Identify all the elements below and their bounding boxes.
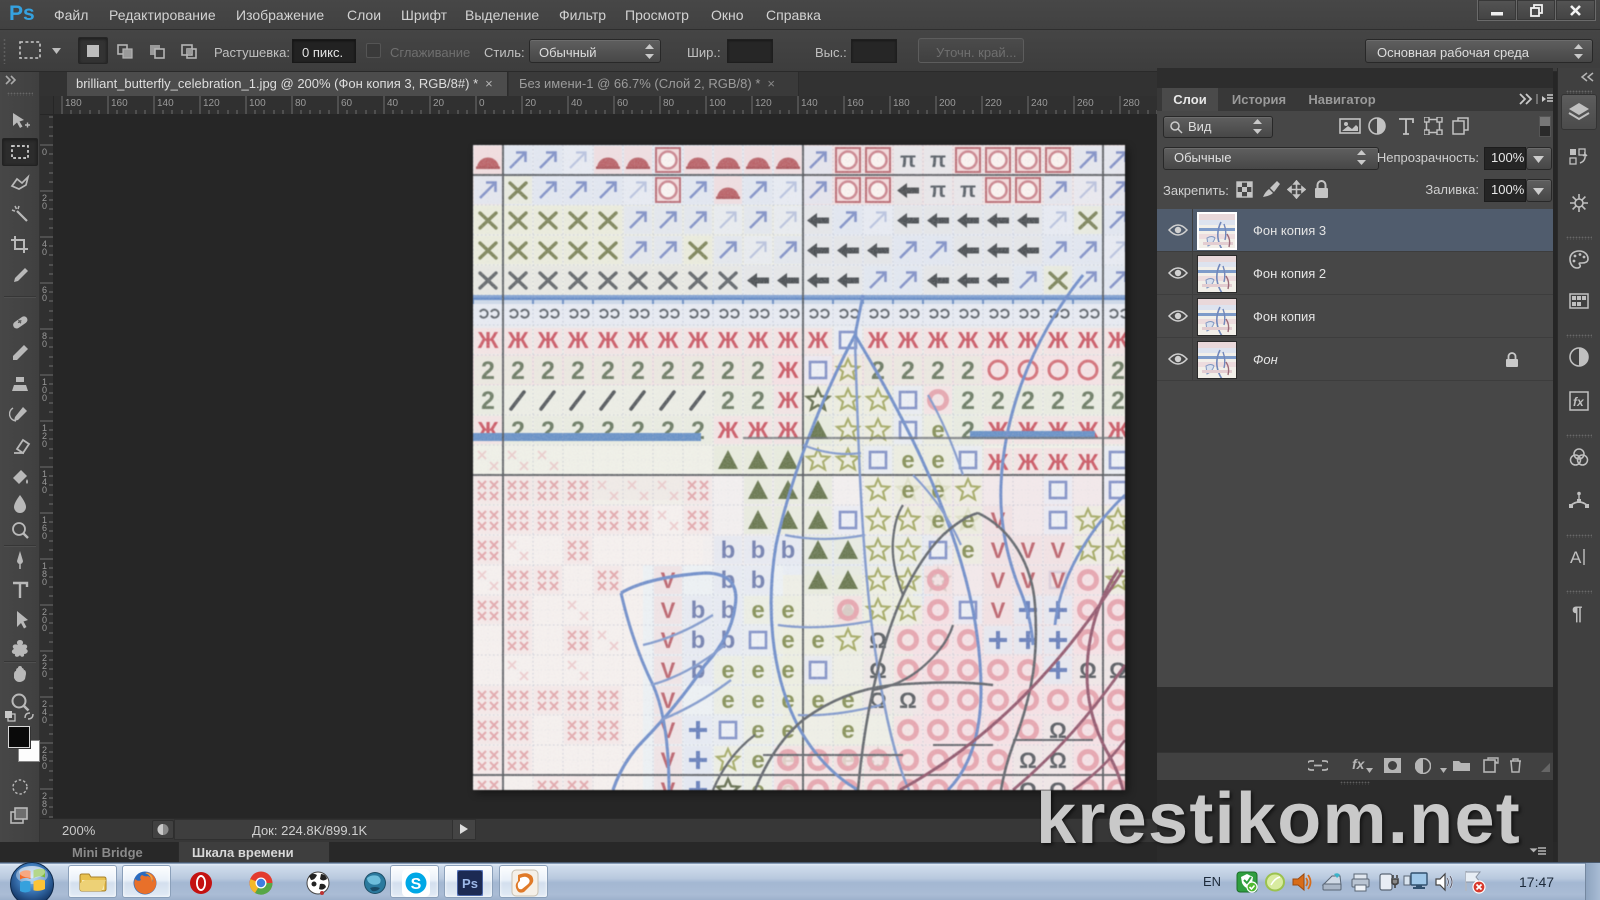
- svg-text:160: 160: [847, 98, 864, 109]
- svg-text:100: 100: [709, 98, 726, 109]
- svg-text:240: 240: [1031, 98, 1048, 109]
- svg-text:0: 0: [42, 247, 47, 257]
- svg-text:40: 40: [387, 98, 399, 109]
- svg-text:260: 260: [1077, 98, 1094, 109]
- svg-text:280: 280: [1123, 98, 1140, 109]
- svg-text:180: 180: [893, 98, 910, 109]
- svg-text:180: 180: [65, 98, 82, 109]
- svg-text:0: 0: [42, 669, 47, 679]
- svg-text:A: A: [1570, 548, 1582, 567]
- svg-text:100: 100: [249, 98, 266, 109]
- svg-text:S: S: [411, 876, 422, 893]
- svg-text:¶: ¶: [1572, 604, 1583, 624]
- svg-text:0: 0: [42, 577, 47, 587]
- svg-text:0: 0: [42, 807, 47, 817]
- svg-text:40: 40: [571, 98, 583, 109]
- svg-text:60: 60: [617, 98, 629, 109]
- svg-text:60: 60: [341, 98, 353, 109]
- svg-text:120: 120: [203, 98, 220, 109]
- svg-text:140: 140: [157, 98, 174, 109]
- svg-text:0: 0: [479, 98, 485, 109]
- svg-text:200: 200: [939, 98, 956, 109]
- svg-text:220: 220: [985, 98, 1002, 109]
- svg-text:0: 0: [42, 531, 47, 541]
- svg-text:0: 0: [42, 201, 47, 211]
- svg-text:120: 120: [755, 98, 772, 109]
- svg-text:0: 0: [42, 393, 47, 403]
- svg-text:0: 0: [42, 715, 47, 725]
- svg-text:80: 80: [295, 98, 307, 109]
- svg-text:0: 0: [42, 147, 47, 157]
- svg-text:20: 20: [525, 98, 537, 109]
- svg-text:Ps: Ps: [462, 876, 478, 891]
- svg-text:0: 0: [42, 339, 47, 349]
- svg-text:0: 0: [42, 293, 47, 303]
- svg-text:fx: fx: [1573, 395, 1585, 409]
- svg-text:0: 0: [42, 439, 47, 449]
- svg-text:80: 80: [663, 98, 675, 109]
- svg-text:140: 140: [801, 98, 818, 109]
- svg-text:0: 0: [42, 485, 47, 495]
- svg-text:0: 0: [42, 623, 47, 633]
- svg-text:160: 160: [111, 98, 128, 109]
- svg-text:0: 0: [42, 761, 47, 771]
- svg-text:20: 20: [433, 98, 445, 109]
